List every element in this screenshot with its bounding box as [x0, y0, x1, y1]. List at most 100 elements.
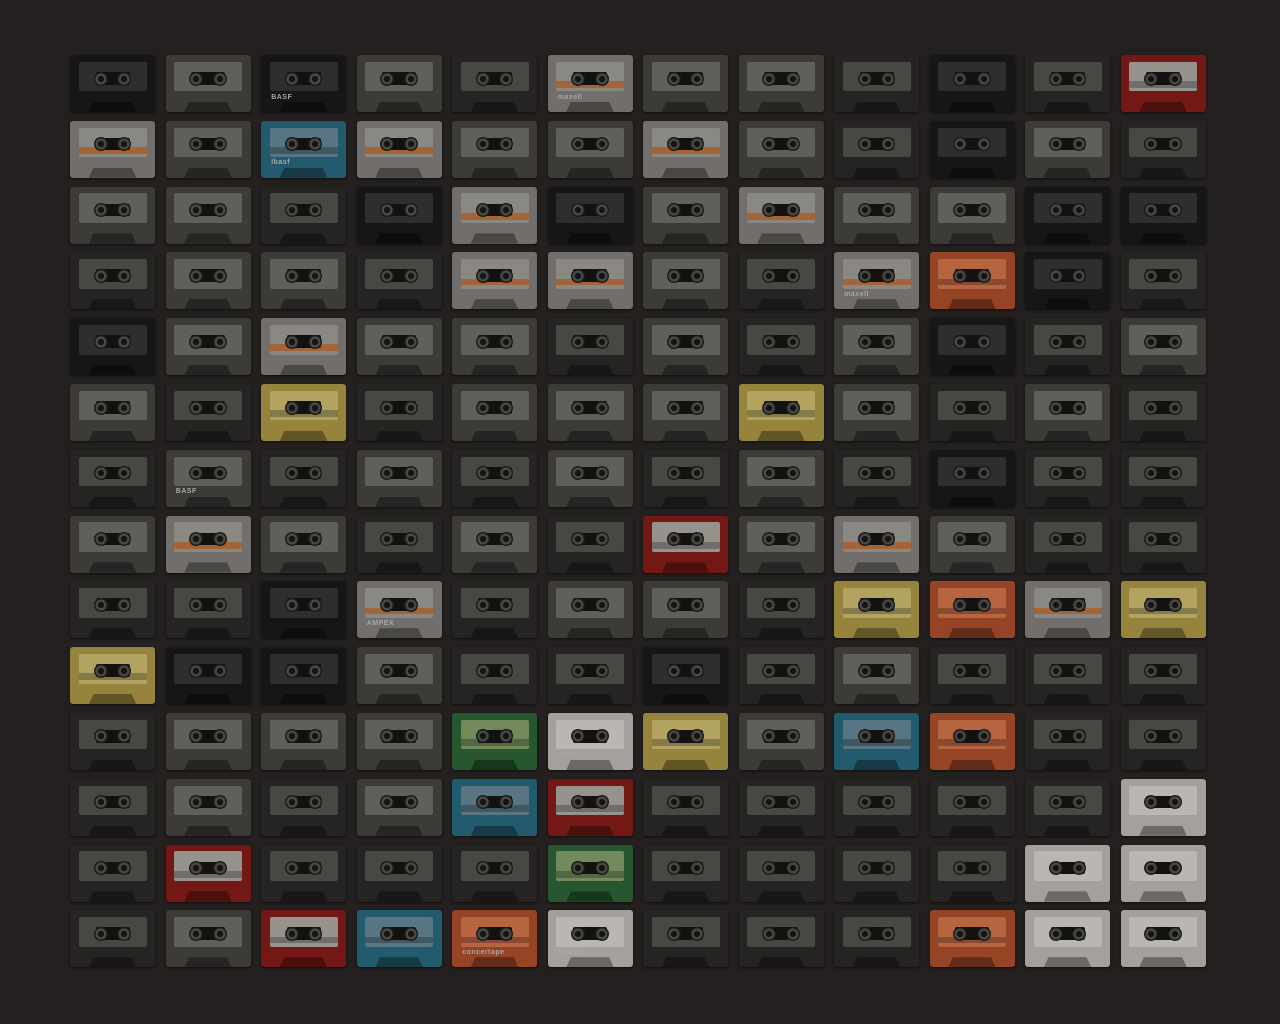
cassette-head-opening — [1043, 759, 1092, 770]
cassette-reel — [785, 532, 800, 547]
cassette-reel — [1072, 268, 1087, 283]
cassette-tape — [1120, 844, 1206, 902]
cassette-reel — [666, 334, 681, 349]
cassette-tape — [643, 712, 728, 770]
cassette-head-opening — [470, 562, 519, 573]
cassette-head-opening — [184, 628, 232, 639]
cassette-head-opening — [279, 628, 328, 639]
cassette-head-opening — [757, 759, 805, 770]
cassette-tape — [643, 581, 728, 639]
cassette-reel — [1048, 926, 1063, 941]
cassette-tape — [1120, 910, 1206, 968]
cassette-head-opening — [88, 825, 137, 836]
cassette-tape — [1025, 778, 1110, 836]
cassette-tape — [834, 449, 919, 507]
cassette-brand-text: BASF — [271, 93, 293, 101]
cassette-tape — [452, 186, 537, 244]
cassette-wall: BASF maxell Ibasf maxell BASF AMPEX ZIMAG conce… — [70, 55, 1210, 975]
cassette-head-opening — [661, 562, 710, 573]
cassette-reel — [594, 466, 609, 481]
cassette-head-opening — [1043, 496, 1092, 507]
cassette-head-opening — [184, 759, 232, 770]
cassette-head-opening — [757, 957, 805, 968]
cassette-head-opening — [566, 825, 614, 836]
cassette-reel — [857, 926, 872, 941]
cassette-head-opening — [184, 891, 232, 902]
cassette-tape — [738, 318, 824, 376]
cassette-reel — [976, 71, 991, 86]
cassette-tape: Ibasf — [261, 120, 346, 178]
cassette-reel — [953, 71, 968, 86]
cassette-reel — [976, 663, 991, 678]
cassette-tape — [452, 120, 537, 178]
cassette-reel — [857, 268, 872, 283]
cassette-tape — [261, 383, 346, 441]
cassette-head-opening — [661, 167, 710, 178]
cassette-tape — [738, 844, 824, 902]
cassette-head-opening — [757, 167, 805, 178]
cassette-head-opening — [661, 628, 710, 639]
cassette-reel — [857, 400, 872, 415]
cassette-head-opening — [566, 759, 614, 770]
cassette-head-opening — [88, 628, 137, 639]
cassette-reel — [403, 861, 418, 876]
cassette-head-opening — [375, 101, 423, 112]
cassette-reel — [117, 663, 132, 678]
cassette-tape — [1120, 186, 1206, 244]
cassette-tape — [452, 252, 537, 310]
cassette-reel — [571, 663, 586, 678]
cassette-head-opening — [757, 364, 805, 376]
cassette-reel — [93, 861, 108, 876]
cassette-brand-text: Ibasf — [271, 159, 291, 167]
cassette-tape — [1025, 318, 1110, 376]
cassette-tape — [738, 581, 824, 639]
cassette-reel — [857, 334, 872, 349]
cassette-reel — [403, 137, 418, 152]
cassette-reel — [284, 268, 299, 283]
cassette-reel — [1048, 861, 1063, 876]
cassette-tape — [1120, 449, 1206, 507]
cassette-tape — [1120, 778, 1206, 836]
cassette-reel — [1167, 597, 1182, 612]
cassette-reel — [785, 334, 800, 349]
cassette-reel — [1144, 400, 1159, 415]
cassette-tape — [738, 55, 824, 112]
cassette-reel — [93, 203, 108, 218]
cassette-reel — [690, 597, 705, 612]
cassette-tape — [1025, 712, 1110, 770]
cassette-reel — [571, 71, 586, 86]
cassette-head-opening — [1043, 299, 1092, 310]
cassette-tape — [356, 712, 442, 770]
cassette-reel — [785, 597, 800, 612]
cassette-tape — [165, 120, 251, 178]
cassette-head-opening — [88, 891, 137, 902]
cassette-reel — [666, 400, 681, 415]
cassette-tape — [643, 120, 728, 178]
cassette-tape — [261, 252, 346, 310]
cassette-tape — [356, 186, 442, 244]
cassette-tape — [643, 318, 728, 376]
cassette-reel — [93, 597, 108, 612]
cassette-tape: AMPEX — [356, 581, 442, 639]
cassette-tape — [165, 712, 251, 770]
cassette-reel — [212, 71, 227, 86]
cassette-head-opening — [1043, 825, 1092, 836]
cassette-head-opening — [661, 233, 710, 244]
cassette-head-opening — [661, 101, 710, 112]
cassette-head-opening — [1139, 299, 1187, 310]
cassette-reel — [857, 71, 872, 86]
cassette-head-opening — [184, 825, 232, 836]
cassette-tape: ZIMAG — [547, 712, 633, 770]
cassette-tape — [834, 910, 919, 968]
cassette-reel — [380, 334, 395, 349]
cassette-reel — [475, 663, 490, 678]
cassette-tape — [834, 712, 919, 770]
cassette-head-opening — [566, 299, 614, 310]
cassette-tape — [834, 186, 919, 244]
cassette-head-opening — [470, 957, 519, 968]
cassette-reel — [594, 861, 609, 876]
cassette-head-opening — [852, 496, 901, 507]
cassette-head-opening — [184, 101, 232, 112]
cassette-reel — [1167, 137, 1182, 152]
cassette-head-opening — [566, 496, 614, 507]
